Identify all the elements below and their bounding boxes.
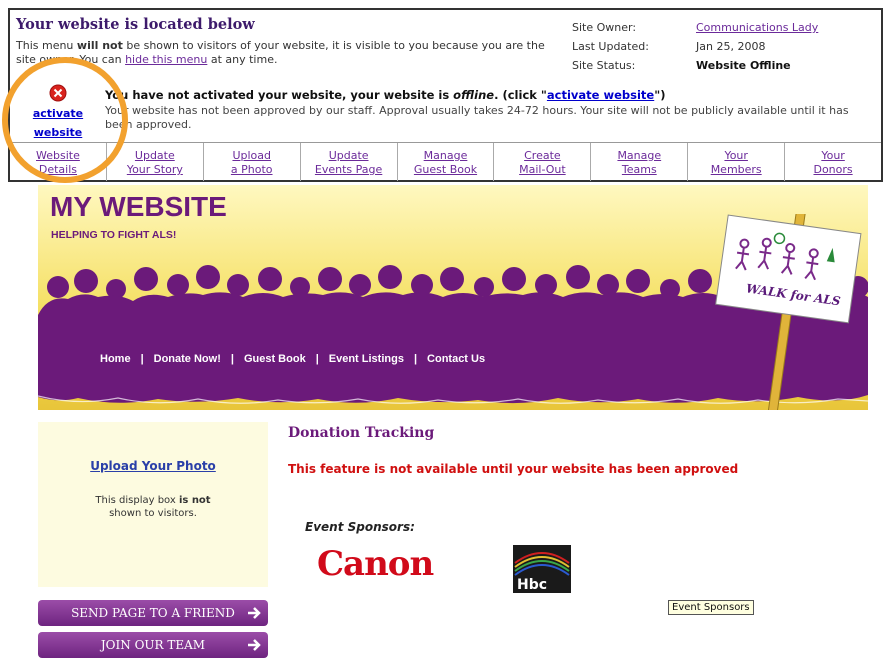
tab-your-members[interactable]: Your Members [688, 143, 786, 181]
activation-message-text: . (click " [494, 88, 547, 102]
display-box-note-text: shown to visitors. [109, 508, 197, 519]
owner-menu-text: at any time. [207, 53, 278, 66]
nav-home[interactable]: Home [100, 353, 131, 365]
donation-tracking-heading: Donation Tracking [288, 425, 435, 441]
tab-link[interactable]: Update Events Page [315, 149, 382, 176]
nav-separator: | [413, 353, 418, 365]
owner-menu-text: This menu [16, 39, 77, 52]
arrow-right-icon [248, 607, 261, 619]
tab-your-donors[interactable]: Your Donors [785, 143, 881, 181]
nav-separator: | [315, 353, 319, 365]
activation-notice: activate website You have not activated … [10, 74, 881, 140]
display-box-note-text: This display box [95, 495, 179, 506]
site-nav: Home | Donate Now! | Guest Book | Event … [100, 353, 485, 365]
tab-update-your-story[interactable]: Update Your Story [107, 143, 204, 181]
highlight-circle [2, 57, 128, 183]
site-owner-link[interactable]: Communications Lady [696, 21, 818, 34]
owner-menu-tabs: Website Details Update Your Story Upload a … [10, 142, 881, 181]
owner-menu-description: This menu will not be shown to visitors … [16, 39, 546, 67]
tab-upload-photo[interactable]: Upload a Photo [204, 143, 301, 181]
tab-manage-guest-book[interactable]: Manage Guest Book [398, 143, 495, 181]
nav-donate-now[interactable]: Donate Now! [154, 353, 221, 365]
event-sponsors-tooltip: Event Sponsors [668, 600, 754, 615]
tab-manage-teams[interactable]: Manage Teams [591, 143, 689, 181]
not-approved-warning: This feature is not available until your… [288, 462, 739, 476]
site-title: MY WEBSITE [50, 191, 227, 222]
upload-your-photo-link[interactable]: Upload Your Photo [90, 459, 216, 473]
nav-separator: | [140, 353, 144, 365]
owner-menu: Your website is located below This menu … [8, 8, 883, 182]
tab-create-mail-out[interactable]: Create Mail-Out [494, 143, 592, 181]
tab-link[interactable]: Manage Teams [617, 149, 661, 176]
site-meta: Site Owner: Communications Lady Last Upda… [572, 18, 818, 75]
activate-website-inline-link[interactable]: activate website [547, 88, 654, 102]
site-banner: MY WEBSITE HELPING TO FIGHT ALS! Home | … [38, 185, 868, 410]
site-owner-label: Site Owner: [572, 21, 637, 34]
send-page-to-friend-button[interactable]: SEND PAGE TO A FRIEND [38, 600, 268, 626]
site-status-value: Website Offline [696, 59, 791, 72]
nav-separator: | [230, 353, 234, 365]
owner-menu-title: Your website is located below [16, 16, 255, 33]
walk-for-als-sign-image: WALK for ALS [715, 214, 862, 410]
nav-contact-us[interactable]: Contact Us [427, 353, 485, 365]
photo-placeholder-box: Upload Your Photo This display box is no… [38, 422, 268, 587]
activation-message-offline: offline [453, 88, 495, 102]
hbc-logo[interactable]: Hbc [513, 545, 571, 593]
last-updated-value: Jan 25, 2008 [696, 40, 766, 53]
hbc-logo-text: Hbc [517, 577, 547, 593]
nav-guest-book[interactable]: Guest Book [244, 353, 306, 365]
event-sponsors-label: Event Sponsors: [305, 520, 415, 534]
nav-event-listings[interactable]: Event Listings [329, 353, 404, 365]
display-box-note-bold: is not [178, 495, 211, 506]
join-our-team-label: JOIN OUR TEAM [100, 638, 206, 652]
last-updated-label: Last Updated: [572, 40, 649, 53]
send-page-to-friend-label: SEND PAGE TO A FRIEND [71, 606, 235, 620]
canon-logo[interactable]: Canon [317, 544, 434, 584]
display-box-note: This display box is not shown to visitor… [86, 494, 220, 520]
join-our-team-button[interactable]: JOIN OUR TEAM [38, 632, 268, 658]
activation-message-text: You have not activated your website, you… [105, 88, 454, 102]
tab-link[interactable]: Upload a Photo [231, 149, 273, 176]
tab-link[interactable]: Your Members [711, 149, 762, 176]
activation-message: You have not activated your website, you… [105, 88, 665, 102]
tab-link[interactable]: Create Mail-Out [519, 149, 566, 176]
tab-link[interactable]: Your Donors [813, 149, 852, 176]
site-status-label: Site Status: [572, 59, 636, 72]
tab-link[interactable]: Manage Guest Book [414, 149, 477, 176]
site-tagline: HELPING TO FIGHT ALS! [51, 229, 177, 241]
hide-menu-link[interactable]: hide this menu [125, 53, 207, 66]
approval-message: Your website has not been approved by ou… [105, 104, 849, 131]
tab-update-events-page[interactable]: Update Events Page [301, 143, 398, 181]
activation-message-text: ") [654, 88, 666, 102]
owner-menu-text-bold: will not [76, 39, 123, 52]
tab-link[interactable]: Update Your Story [127, 149, 183, 176]
